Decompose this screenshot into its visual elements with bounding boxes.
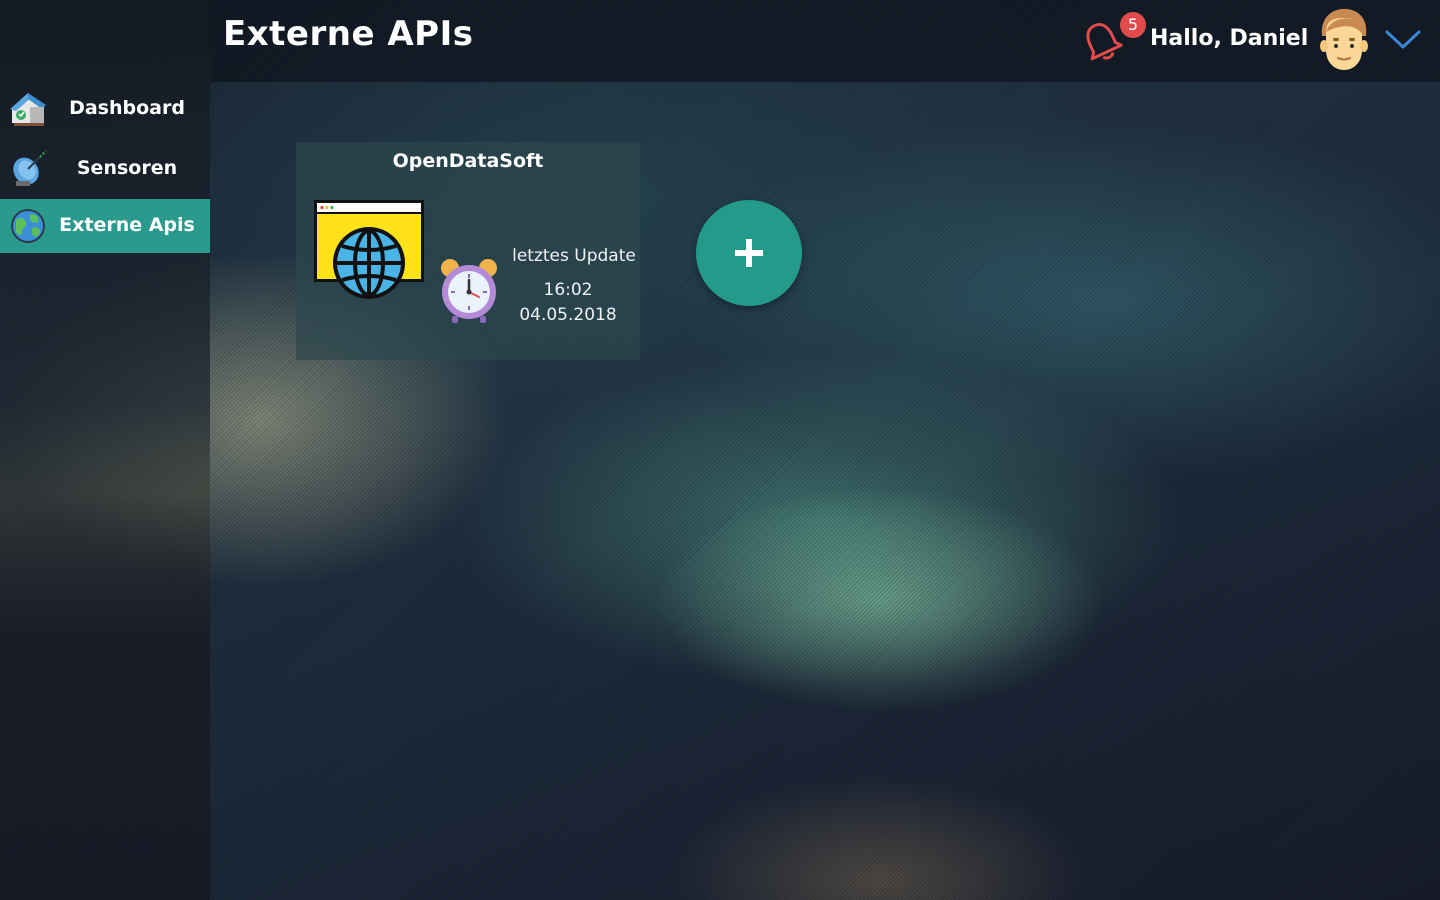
bell-icon (1086, 23, 1123, 61)
sidebar-item-label: Externe Apis (59, 214, 195, 236)
last-update-date: 04.05.2018 (519, 305, 617, 325)
chevron-down-icon[interactable] (1384, 28, 1422, 52)
add-api-button[interactable] (696, 200, 802, 306)
last-update-label: letztes Update (512, 246, 636, 266)
plus-icon (735, 239, 763, 267)
last-update-time: 16:02 (543, 280, 593, 300)
sidebar-item-dashboard[interactable]: Dashboard (0, 82, 210, 136)
user-greeting: Hallo, Daniel (1150, 26, 1309, 51)
background (0, 0, 1440, 900)
sidebar: Dashboard Sensoren Externe Apis (0, 0, 210, 900)
top-bar: Externe APIs 5 Hallo, Daniel (0, 0, 1440, 82)
sidebar-item-externe-apis[interactable]: Externe Apis (0, 199, 210, 253)
satellite-dish-icon (13, 150, 47, 186)
notification-badge: 5 (1120, 12, 1146, 38)
user-avatar[interactable] (1316, 6, 1372, 72)
house-icon (10, 93, 46, 126)
api-card[interactable]: OpenDataSoft letztes Update 16:02 04.05.… (296, 142, 640, 360)
browser-globe-icon (314, 200, 424, 299)
sidebar-item-label: Sensoren (76, 157, 178, 179)
notifications-button[interactable]: 5 (1080, 12, 1146, 64)
sidebar-item-label: Dashboard (69, 97, 185, 119)
card-title: OpenDataSoft (392, 150, 544, 172)
alarm-clock-icon (441, 259, 497, 323)
globe-icon (11, 209, 45, 243)
page-title: Externe APIs (223, 14, 474, 54)
sidebar-item-sensoren[interactable]: Sensoren (0, 142, 210, 196)
